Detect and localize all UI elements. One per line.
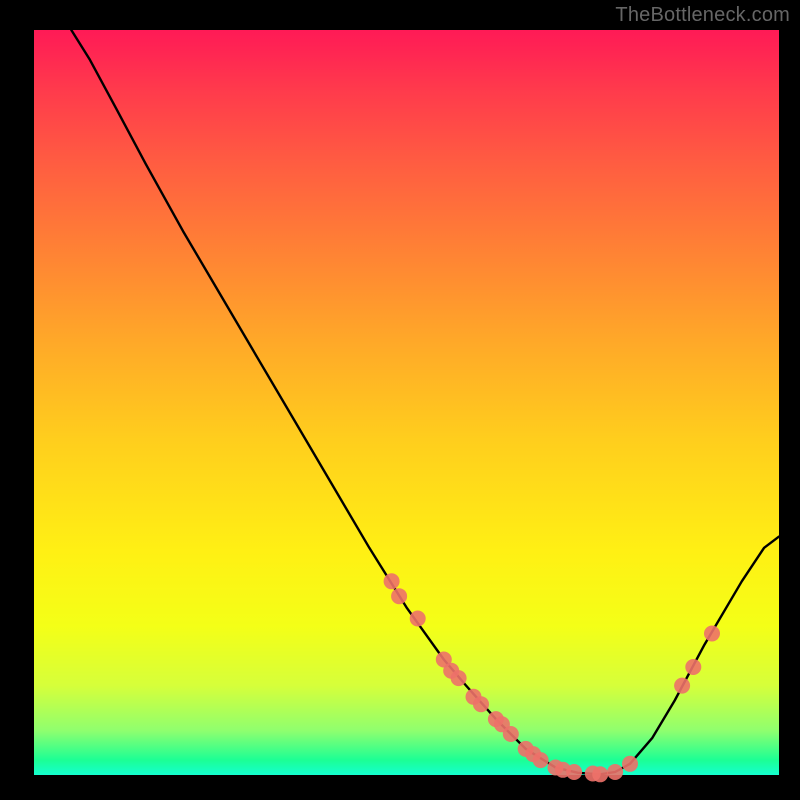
marker-dot — [473, 696, 489, 712]
curve-line — [71, 30, 779, 774]
marker-dot — [451, 670, 467, 686]
marker-dot — [607, 764, 623, 780]
marker-dot — [622, 756, 638, 772]
marker-dot — [592, 766, 608, 782]
marker-dot — [674, 678, 690, 694]
marker-dot — [410, 611, 426, 627]
marker-dot — [391, 588, 407, 604]
marker-dot — [384, 573, 400, 589]
watermark-text: TheBottleneck.com — [615, 4, 790, 27]
marker-dot — [503, 726, 519, 742]
marker-dot — [685, 659, 701, 675]
marker-dot — [704, 626, 720, 642]
marker-dot — [533, 752, 549, 768]
plot-area — [34, 30, 779, 775]
marker-dot — [566, 764, 582, 780]
plot-overlay — [34, 30, 779, 775]
chart-frame: TheBottleneck.com — [0, 0, 800, 800]
plot-inner — [34, 30, 779, 775]
